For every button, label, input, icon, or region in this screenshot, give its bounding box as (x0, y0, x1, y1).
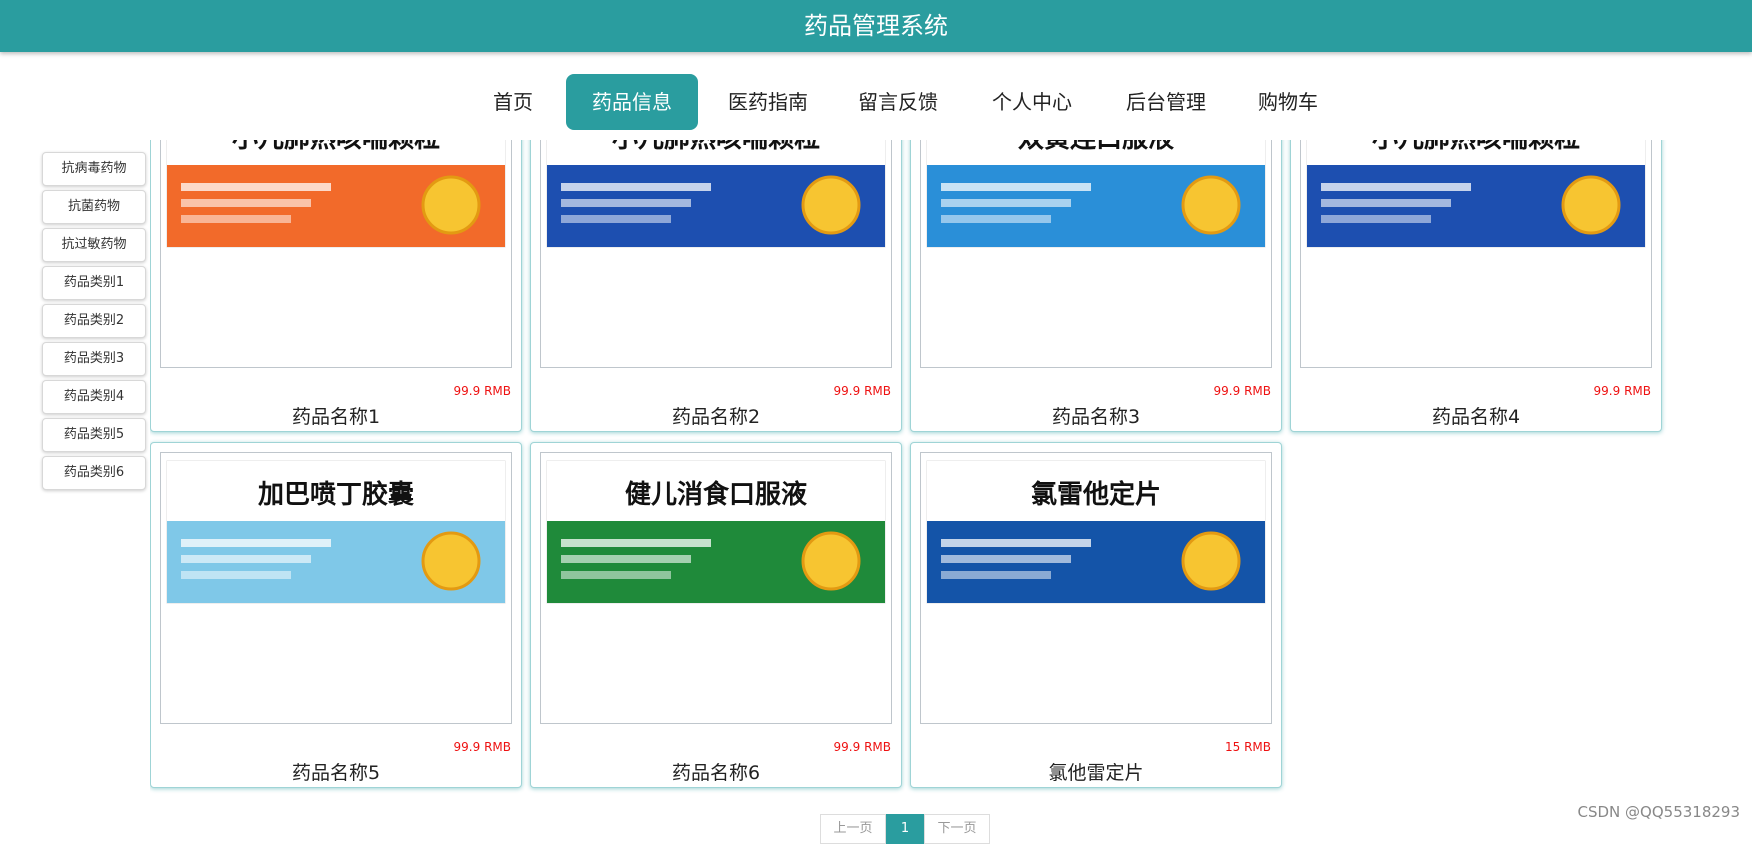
product-name: 药品名称2 (671, 406, 761, 428)
product-image: 氯雷他定片 (920, 452, 1272, 724)
product-name: 药品名称5 (291, 762, 381, 784)
box-mascot (1181, 531, 1241, 591)
nav-item-admin[interactable]: 后台管理 (1118, 74, 1214, 130)
box-name-text: 双黄连口服液 (1018, 140, 1174, 154)
box-line (561, 555, 691, 563)
product-box-graphic: 加巴喷丁胶囊 (166, 460, 506, 604)
product-name: 氯他雷定片 (1048, 762, 1144, 784)
box-mascot (801, 531, 861, 591)
box-mascot (1181, 175, 1241, 235)
product-card[interactable]: 小儿肺热咳喘颗粒 99.9 RMB 药品名称2 (530, 140, 902, 432)
box-line (181, 539, 331, 547)
category-item[interactable]: 药品类别3 (42, 342, 146, 376)
product-grid: 小儿肺热咳喘颗粒 99.9 RMB 药品名称1 小儿肺热咳喘颗粒 99.9 RM… (150, 140, 1670, 800)
product-price: 99.9 RMB (1593, 384, 1651, 398)
box-line (1321, 199, 1451, 207)
category-item[interactable]: 药品类别5 (42, 418, 146, 452)
watermark: CSDN @QQ55318293 (1577, 803, 1741, 821)
product-image: 小儿肺热咳喘颗粒 (1300, 140, 1652, 368)
box-line (561, 539, 711, 547)
product-price: 99.9 RMB (833, 384, 891, 398)
box-line (561, 571, 671, 579)
main-nav: 首页 药品信息 医药指南 留言反馈 个人中心 后台管理 购物车 (0, 74, 1752, 130)
box-line (181, 199, 311, 207)
nav-item-profile[interactable]: 个人中心 (984, 74, 1080, 130)
box-line (181, 555, 311, 563)
product-box-graphic: 小儿肺热咳喘颗粒 (166, 140, 506, 248)
product-price: 99.9 RMB (1213, 384, 1271, 398)
product-name: 药品名称4 (1431, 406, 1521, 428)
box-line (1321, 215, 1431, 223)
product-price: 99.9 RMB (833, 740, 891, 754)
box-name-text: 加巴喷丁胶囊 (258, 479, 414, 510)
box-line (941, 571, 1051, 579)
box-line (561, 199, 691, 207)
box-line (561, 183, 711, 191)
product-price: 99.9 RMB (453, 384, 511, 398)
box-name-text: 小儿肺热咳喘颗粒 (232, 140, 440, 154)
box-line (941, 199, 1071, 207)
product-name: 药品名称1 (291, 406, 381, 428)
box-mascot (801, 175, 861, 235)
product-card[interactable]: 双黄连口服液 99.9 RMB 药品名称3 (910, 140, 1282, 432)
page-title: 药品管理系统 (804, 12, 948, 40)
category-item[interactable]: 药品类别4 (42, 380, 146, 414)
category-item[interactable]: 药品类别2 (42, 304, 146, 338)
nav-item-home[interactable]: 首页 (478, 74, 548, 130)
app-header: 药品管理系统 (0, 0, 1752, 52)
box-line (181, 215, 291, 223)
prev-page-button[interactable]: 上一页 (820, 814, 886, 844)
product-image: 健儿消食口服液 (540, 452, 892, 724)
product-image: 小儿肺热咳喘颗粒 (540, 140, 892, 368)
product-name: 药品名称3 (1051, 406, 1141, 428)
nav-item-guide[interactable]: 医药指南 (722, 74, 814, 130)
product-box-graphic: 小儿肺热咳喘颗粒 (546, 140, 886, 248)
box-name-text: 健儿消食口服液 (625, 479, 807, 510)
product-image: 小儿肺热咳喘颗粒 (160, 140, 512, 368)
product-price: 15 RMB (1224, 740, 1271, 754)
category-item[interactable]: 抗过敏药物 (42, 228, 146, 262)
category-item[interactable]: 抗菌药物 (42, 190, 146, 224)
category-item[interactable]: 药品类别6 (42, 456, 146, 490)
box-mascot (421, 175, 481, 235)
box-mascot (1561, 175, 1621, 235)
product-card[interactable]: 加巴喷丁胶囊 99.9 RMB 药品名称5 (150, 442, 522, 788)
product-card[interactable]: 小儿肺热咳喘颗粒 99.9 RMB 药品名称1 (150, 140, 522, 432)
product-box-graphic: 双黄连口服液 (926, 140, 1266, 248)
box-name-text: 小儿肺热咳喘颗粒 (612, 140, 820, 154)
box-line (181, 571, 291, 579)
product-box-graphic: 小儿肺热咳喘颗粒 (1306, 140, 1646, 248)
product-card[interactable]: 氯雷他定片 15 RMB 氯他雷定片 (910, 442, 1282, 788)
product-image: 双黄连口服液 (920, 140, 1272, 368)
box-line (1321, 183, 1471, 191)
box-name-text: 氯雷他定片 (1031, 479, 1161, 510)
box-name-text: 小儿肺热咳喘颗粒 (1372, 140, 1580, 154)
product-box-graphic: 氯雷他定片 (926, 460, 1266, 604)
product-name: 药品名称6 (671, 762, 761, 784)
category-item[interactable]: 药品类别1 (42, 266, 146, 300)
box-line (561, 215, 671, 223)
product-card[interactable]: 小儿肺热咳喘颗粒 99.9 RMB 药品名称4 (1290, 140, 1662, 432)
box-line (941, 183, 1091, 191)
product-card[interactable]: 健儿消食口服液 99.9 RMB 药品名称6 (530, 442, 902, 788)
box-line (941, 215, 1051, 223)
nav-item-drug-info[interactable]: 药品信息 (566, 74, 698, 130)
next-page-button[interactable]: 下一页 (924, 814, 990, 844)
nav-item-feedback[interactable]: 留言反馈 (852, 74, 944, 130)
box-mascot (421, 531, 481, 591)
box-line (181, 183, 331, 191)
box-line (941, 555, 1071, 563)
product-price: 99.9 RMB (453, 740, 511, 754)
product-image: 加巴喷丁胶囊 (160, 452, 512, 724)
product-box-graphic: 健儿消食口服液 (546, 460, 886, 604)
category-list: 抗病毒药物 抗菌药物 抗过敏药物 药品类别1 药品类别2 药品类别3 药品类别4… (42, 152, 146, 494)
nav-item-cart[interactable]: 购物车 (1250, 74, 1326, 130)
current-page-button[interactable]: 1 (886, 814, 924, 844)
category-item[interactable]: 抗病毒药物 (42, 152, 146, 186)
box-line (941, 539, 1091, 547)
